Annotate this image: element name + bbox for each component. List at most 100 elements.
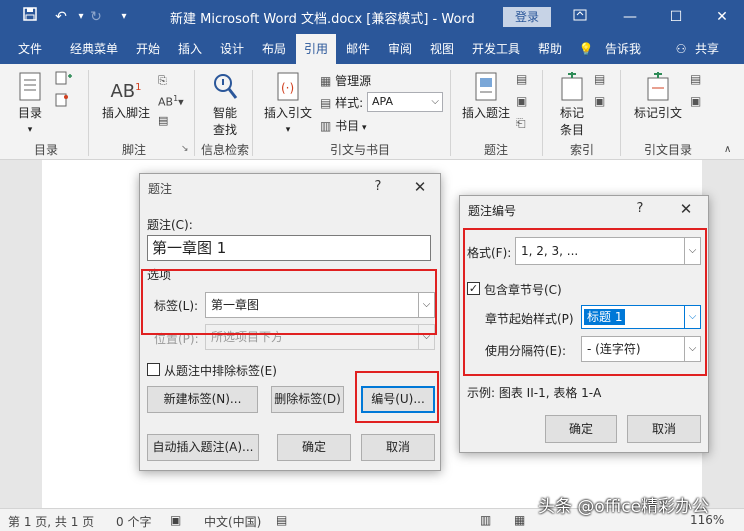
chevron-down-icon: ⌵ bbox=[431, 96, 439, 107]
smart-lookup-label-1: 智能 bbox=[212, 106, 237, 120]
mark-citation-button[interactable]: 标记引文 bbox=[630, 72, 686, 121]
tab-review[interactable]: 审阅 bbox=[380, 34, 420, 64]
toc-label: 目录 bbox=[17, 106, 42, 120]
accessibility-icon[interactable]: ▤ bbox=[276, 513, 287, 527]
help-icon[interactable]: ? bbox=[628, 198, 652, 220]
update-toa-icon[interactable]: ▣ bbox=[690, 94, 701, 108]
tab-file[interactable]: 文件 bbox=[10, 34, 50, 64]
minimize-icon[interactable]: — bbox=[610, 0, 650, 34]
insert-endnote-icon[interactable]: ⎘ bbox=[158, 74, 167, 88]
user-icon[interactable]: ⚇ bbox=[672, 34, 690, 64]
group-label-footnotes: 脚注 bbox=[121, 143, 146, 157]
read-mode-icon[interactable]: ▥ bbox=[480, 513, 491, 527]
proofing-icon[interactable]: ▣ bbox=[170, 513, 181, 527]
watermark: 头条 @office精彩办公 bbox=[538, 497, 710, 517]
toc-button[interactable]: 目录 ▾ bbox=[10, 72, 50, 135]
redo-icon[interactable]: ↻ bbox=[85, 7, 107, 27]
tab-mailings[interactable]: 邮件 bbox=[338, 34, 378, 64]
mark-entry-button[interactable]: 标记 条目 bbox=[552, 72, 592, 138]
add-text-icon[interactable] bbox=[54, 70, 74, 89]
style-label: 样式: bbox=[335, 96, 364, 110]
tab-references[interactable]: 引用 bbox=[296, 34, 336, 64]
cancel-button[interactable]: 取消 bbox=[361, 434, 435, 461]
caption-input[interactable]: 第一章图 1 bbox=[147, 235, 431, 261]
footnote-icon: AB1 bbox=[110, 81, 142, 102]
tab-tell-me[interactable]: 告诉我 bbox=[600, 34, 646, 64]
close-icon[interactable]: ✕ bbox=[702, 0, 742, 34]
delete-label-button[interactable]: 删除标签(D) bbox=[271, 386, 344, 413]
cross-reference-icon[interactable]: ⎗ bbox=[516, 116, 526, 131]
customize-qat-icon[interactable]: ▾ bbox=[113, 7, 135, 27]
close-icon[interactable]: ✕ bbox=[408, 176, 432, 198]
update-table-of-figures-icon[interactable]: ▣ bbox=[516, 94, 527, 108]
help-icon[interactable]: ? bbox=[366, 176, 390, 198]
language-indicator[interactable]: 中文(中国) bbox=[204, 513, 261, 530]
ribbon-display-icon[interactable] bbox=[560, 0, 600, 34]
word-count[interactable]: 0 个字 bbox=[116, 513, 151, 530]
style-value: APA bbox=[372, 95, 393, 108]
numbering-dialog: 题注编号 ? ✕ 格式(F): 1, 2, 3, ... ⌵ ✓ 包含章节号(C… bbox=[459, 195, 709, 453]
insert-caption-button[interactable]: 插入题注 bbox=[460, 72, 512, 121]
next-footnote-icon[interactable]: AB1▾ bbox=[158, 94, 184, 109]
svg-text:(·): (·) bbox=[281, 81, 294, 95]
save-icon[interactable] bbox=[19, 7, 41, 27]
insert-citation-label: 插入引文 bbox=[263, 106, 312, 120]
tab-insert[interactable]: 插入 bbox=[170, 34, 210, 64]
mark-entry-label-2: 条目 bbox=[559, 123, 584, 137]
lightbulb-icon[interactable]: 💡 bbox=[578, 34, 594, 64]
insert-caption-label: 插入题注 bbox=[461, 106, 510, 120]
tab-help[interactable]: 帮助 bbox=[530, 34, 570, 64]
tab-developer[interactable]: 开发工具 bbox=[466, 34, 526, 64]
insert-table-of-figures-icon[interactable]: ▤ bbox=[516, 72, 527, 86]
group-label-toc: 目录 bbox=[33, 143, 58, 157]
title-bar: ↶ ▾ ↻ ▾ 新建 Microsoft Word 文档.docx [兼容模式]… bbox=[0, 0, 744, 34]
bibliography-icon: ▥ bbox=[320, 119, 332, 133]
tab-layout[interactable]: 布局 bbox=[254, 34, 294, 64]
menu-tabs: 文件 经典菜单 开始 插入 设计 布局 引用 邮件 审阅 视图 开发工具 帮助 … bbox=[0, 34, 744, 64]
print-layout-icon[interactable]: ▦ bbox=[514, 513, 525, 527]
group-label-citations: 引文与书目 bbox=[329, 143, 390, 157]
exclude-label-text: 从题注中排除标签(E) bbox=[164, 364, 277, 378]
ok-button[interactable]: 确定 bbox=[277, 434, 351, 461]
close-icon[interactable]: ✕ bbox=[674, 198, 698, 220]
insert-citation-button[interactable]: (·) 插入引文 ▾ bbox=[260, 72, 316, 135]
bibliography-button[interactable]: ▥ 书目 ▾ bbox=[320, 117, 367, 134]
manage-sources-label: 管理源 bbox=[335, 74, 372, 88]
autocaption-button[interactable]: 自动插入题注(A)... bbox=[147, 434, 259, 461]
insert-footnote-button[interactable]: AB1 插入脚注 bbox=[100, 72, 152, 121]
tab-view[interactable]: 视图 bbox=[422, 34, 462, 64]
maximize-icon[interactable]: ☐ bbox=[656, 0, 696, 34]
style-label-group: ▤ 样式: bbox=[320, 94, 363, 111]
highlight-format-box bbox=[463, 228, 707, 376]
ok-button[interactable]: 确定 bbox=[545, 415, 617, 443]
tab-design[interactable]: 设计 bbox=[212, 34, 252, 64]
numbering-dialog-title: 题注编号 bbox=[468, 204, 517, 218]
style-select[interactable]: APA ⌵ bbox=[367, 92, 443, 112]
insert-index-icon[interactable]: ▤ bbox=[594, 72, 605, 86]
exclude-label-checkbox[interactable] bbox=[147, 363, 160, 376]
manage-sources-icon: ▦ bbox=[320, 74, 332, 88]
mark-entry-label-1: 标记 bbox=[559, 106, 584, 120]
group-label-captions: 题注 bbox=[483, 143, 508, 157]
smart-lookup-button[interactable]: 智能 查找 bbox=[204, 72, 246, 138]
highlight-numbering-box bbox=[355, 371, 439, 423]
new-label-button[interactable]: 新建标签(N)... bbox=[147, 386, 258, 413]
share-button[interactable]: 共享 bbox=[690, 34, 724, 64]
cancel-button[interactable]: 取消 bbox=[627, 415, 701, 443]
collapse-ribbon-icon[interactable]: ∧ bbox=[724, 144, 731, 155]
caption-dialog-title: 题注 bbox=[148, 182, 173, 196]
manage-sources-button[interactable]: ▦ 管理源 bbox=[320, 72, 371, 89]
login-button[interactable]: 登录 bbox=[503, 7, 551, 27]
tab-home[interactable]: 开始 bbox=[128, 34, 168, 64]
show-notes-icon[interactable]: ▤ bbox=[158, 114, 168, 127]
update-table-icon[interactable] bbox=[54, 92, 70, 111]
tab-classic-menu[interactable]: 经典菜单 bbox=[62, 34, 126, 64]
insert-citation-icon: (·) bbox=[277, 72, 299, 101]
update-index-icon[interactable]: ▣ bbox=[594, 94, 605, 108]
page-count[interactable]: 第 1 页, 共 1 页 bbox=[8, 513, 94, 530]
insert-toa-icon[interactable]: ▤ bbox=[690, 72, 701, 86]
style-icon: ▤ bbox=[320, 96, 332, 110]
footnote-dialog-launcher-icon[interactable]: ↘ bbox=[181, 144, 189, 154]
mark-citation-label: 标记引文 bbox=[633, 106, 682, 120]
undo-icon[interactable]: ↶ bbox=[50, 7, 72, 27]
